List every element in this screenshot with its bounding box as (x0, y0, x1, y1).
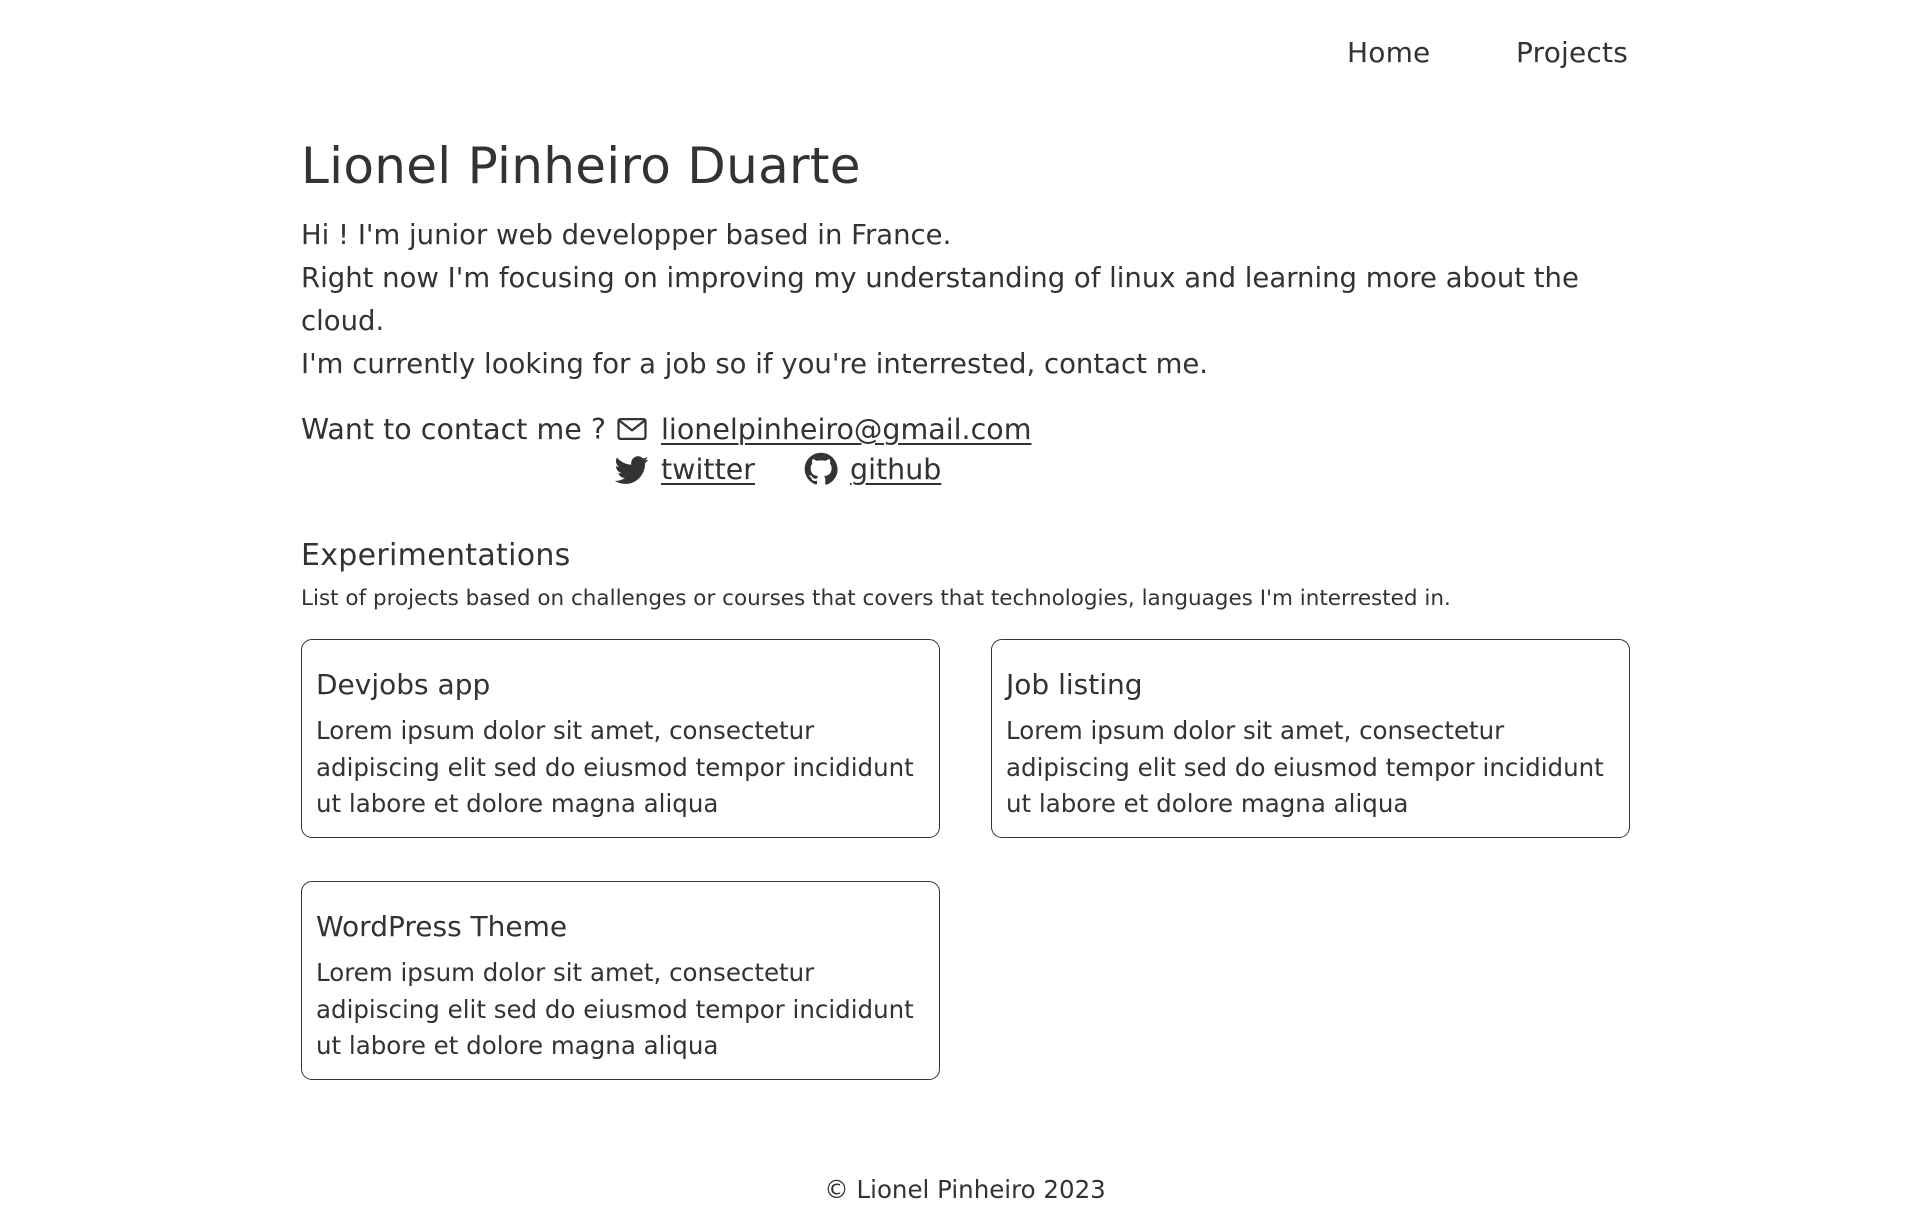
twitter-icon (615, 452, 649, 486)
footer-copyright: © Lionel Pinheiro 2023 (824, 1175, 1106, 1204)
intro-line: I'm currently looking for a job so if yo… (301, 348, 1209, 380)
main-content: Lionel Pinheiro Duarte Hi ! I'm junior w… (301, 132, 1631, 1080)
section-subtitle: List of projects based on challenges or … (301, 586, 1451, 611)
contact-email: lionelpinheiro@gmail.com (615, 410, 1032, 448)
email-link[interactable]: lionelpinheiro@gmail.com (661, 413, 1032, 446)
intro-line: Right now I'm focusing on improving my u… (301, 262, 1579, 337)
page-title: Lionel Pinheiro Duarte (301, 137, 861, 195)
intro-line: Hi ! I'm junior web developper based in … (301, 219, 952, 251)
github-icon (804, 452, 838, 486)
github-link[interactable]: github (850, 453, 941, 486)
project-card-title: Devjobs app (316, 668, 491, 701)
project-card-description: Lorem ipsum dolor sit amet, consectetur … (316, 958, 914, 1060)
nav-link-projects[interactable]: Projects (1516, 36, 1628, 69)
contact-section: Want to contact me ? lionelpinheiro@gmai… (301, 410, 1631, 490)
envelope-icon (615, 412, 649, 446)
project-card-description: Lorem ipsum dolor sit amet, consectetur … (1006, 716, 1604, 818)
project-card[interactable]: Devjobs app Lorem ipsum dolor sit amet, … (301, 639, 940, 838)
section-title: Experimentations (301, 538, 571, 573)
project-card[interactable]: Job listing Lorem ipsum dolor sit amet, … (991, 639, 1630, 838)
twitter-link[interactable]: twitter (661, 453, 755, 486)
project-card-title: WordPress Theme (316, 910, 568, 943)
contact-github: github (804, 450, 941, 488)
contact-label: Want to contact me ? (301, 413, 606, 446)
nav-link-home[interactable]: Home (1347, 36, 1431, 69)
top-navigation: Home Projects (0, 36, 1920, 72)
project-cards: Devjobs app Lorem ipsum dolor sit amet, … (301, 639, 1631, 1080)
contact-twitter: twitter (615, 450, 755, 488)
project-card[interactable]: WordPress Theme Lorem ipsum dolor sit am… (301, 881, 940, 1080)
intro-text: Hi ! I'm junior web developper based in … (301, 214, 1631, 386)
footer: © Lionel Pinheiro 2023 (0, 1174, 1920, 1206)
project-card-description: Lorem ipsum dolor sit amet, consectetur … (316, 716, 914, 818)
project-card-title: Job listing (1006, 668, 1143, 701)
